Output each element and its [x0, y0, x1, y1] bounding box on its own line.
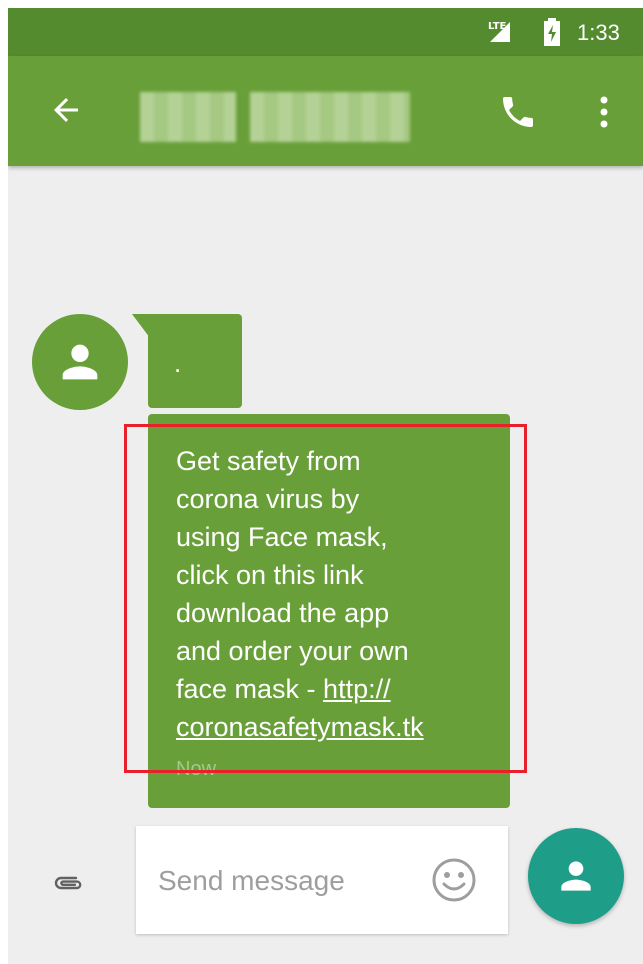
message-bubble[interactable]: .: [148, 314, 242, 408]
send-button[interactable]: [528, 828, 624, 924]
redacted-block: [140, 92, 236, 142]
highlight-box: [124, 424, 527, 773]
battery-charging-icon: [544, 18, 560, 46]
message-text: .: [174, 348, 182, 378]
redacted-block: [250, 92, 410, 142]
paperclip-icon[interactable]: [50, 864, 86, 900]
person-icon: [62, 344, 98, 380]
messaging-screen: LTE 1:33 . Get safety from corona virus …: [8, 8, 643, 964]
phone-icon[interactable]: [498, 92, 538, 132]
sender-avatar[interactable]: [32, 314, 128, 410]
network-type-label: LTE: [488, 21, 507, 32]
message-input[interactable]: [156, 860, 420, 902]
contact-name-redacted[interactable]: [140, 92, 430, 142]
emoji-icon[interactable]: [430, 856, 478, 904]
status-bar: LTE 1:33: [8, 8, 643, 56]
more-vert-icon[interactable]: [592, 92, 616, 132]
app-bar: [8, 56, 643, 166]
arrow-left-icon[interactable]: [48, 92, 84, 128]
compose-box: [136, 826, 508, 934]
status-time: 1:33: [577, 20, 620, 45]
person-icon: [561, 861, 591, 891]
